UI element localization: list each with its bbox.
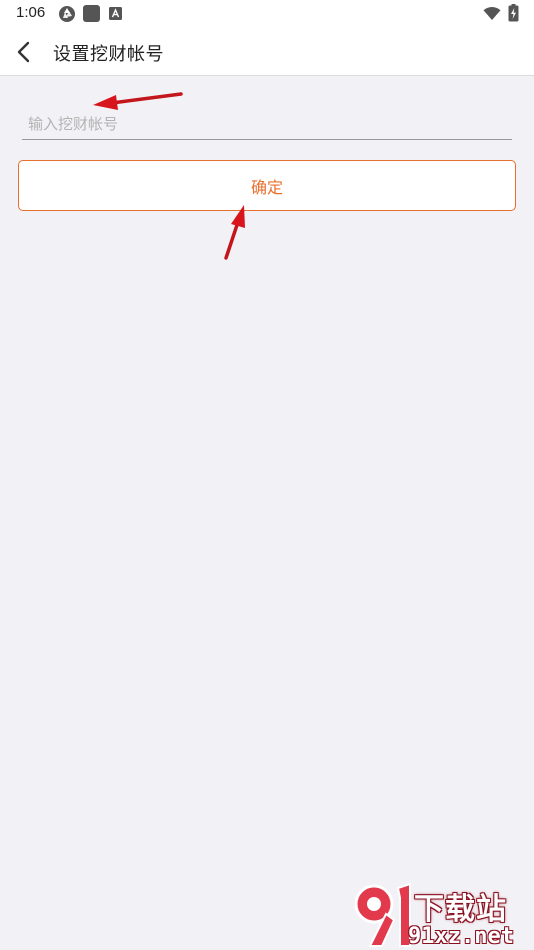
square-notification-icon (83, 5, 100, 22)
app-bar: 设置挖财帐号 (0, 28, 534, 76)
confirm-button[interactable]: 确定 (18, 160, 516, 211)
chevron-left-icon (17, 41, 30, 63)
back-button[interactable] (8, 36, 40, 68)
status-bar: 1:06 (0, 0, 534, 28)
confirm-button-label: 确定 (250, 177, 283, 197)
aperture-icon (59, 6, 75, 22)
watermark-text-top: 下载站 (414, 892, 507, 927)
wifi-icon (483, 7, 501, 20)
keyboard-a-icon (109, 7, 122, 20)
page-title: 设置挖财帐号 (53, 44, 164, 65)
battery-charging-icon (508, 4, 519, 22)
annotation-arrow-to-button (224, 205, 245, 260)
account-input[interactable] (22, 108, 512, 140)
status-time: 1:06 (16, 4, 46, 21)
watermark-logo: 下载站 91xz.net (350, 880, 530, 950)
watermark-text-bottom: 91xz.net (408, 924, 514, 949)
logo-nine-one-icon (354, 882, 411, 947)
annotation-arrows (93, 92, 245, 260)
